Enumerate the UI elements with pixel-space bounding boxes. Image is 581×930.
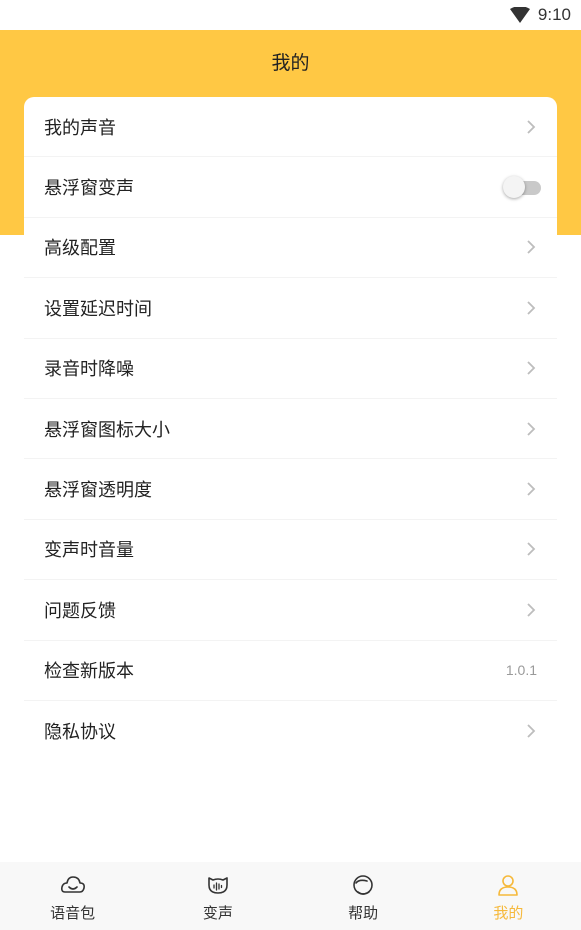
menu-item-my-voice[interactable]: 我的声音: [24, 97, 557, 158]
tab-help[interactable]: 帮助: [291, 862, 436, 930]
menu-item-label: 悬浮窗变声: [44, 178, 134, 200]
wifi-icon: [509, 7, 530, 23]
menu-item-check-update[interactable]: 检查新版本 1.0.1: [24, 641, 557, 701]
bottom-tab-bar: 语音包 变声 帮助 我的: [0, 862, 581, 930]
tab-voice-pack[interactable]: 语音包: [0, 862, 145, 930]
chevron-right-icon: [527, 482, 536, 496]
status-bar: 9:10: [0, 0, 581, 30]
menu-item-label: 变声时音量: [44, 540, 134, 562]
floating-voice-change-toggle[interactable]: [503, 176, 541, 199]
tab-profile[interactable]: 我的: [436, 862, 581, 930]
tab-voice-change[interactable]: 变声: [145, 862, 290, 930]
menu-item-label: 设置延迟时间: [44, 298, 152, 320]
menu-item-label: 问题反馈: [44, 600, 116, 622]
chevron-right-icon: [527, 603, 536, 617]
menu-item-voice-change-volume[interactable]: 变声时音量: [24, 520, 557, 581]
chevron-right-icon: [527, 542, 536, 557]
chevron-right-icon: [527, 301, 536, 315]
tab-label: 变声: [202, 904, 233, 922]
help-icon: [353, 875, 373, 895]
voice-change-icon: [208, 877, 228, 894]
version-number: 1.0.1: [505, 662, 537, 679]
menu-item-label: 录音时降噪: [44, 359, 134, 381]
settings-card: 我的声音 悬浮窗变声 高级配置 设置延迟时间 录音时降噪 悬浮窗图标大小 悬浮窗…: [24, 97, 557, 762]
chevron-right-icon: [527, 422, 536, 436]
tab-label: 帮助: [348, 904, 379, 922]
menu-item-feedback[interactable]: 问题反馈: [24, 580, 557, 641]
menu-item-delay-time[interactable]: 设置延迟时间: [24, 278, 557, 339]
tab-label: 我的: [493, 904, 524, 922]
chevron-right-icon: [527, 724, 536, 738]
toggle-knob: [503, 176, 525, 199]
chevron-right-icon: [527, 120, 536, 134]
menu-item-floating-icon-size[interactable]: 悬浮窗图标大小: [24, 399, 557, 460]
menu-item-floating-transparency[interactable]: 悬浮窗透明度: [24, 459, 557, 520]
menu-item-label: 高级配置: [44, 238, 116, 260]
menu-item-label: 我的声音: [44, 117, 116, 139]
chevron-right-icon: [527, 240, 536, 255]
menu-item-privacy-policy[interactable]: 隐私协议: [24, 701, 557, 761]
chevron-right-icon: [527, 361, 536, 375]
menu-item-noise-reduction[interactable]: 录音时降噪: [24, 339, 557, 399]
menu-item-label: 悬浮窗图标大小: [44, 419, 170, 441]
menu-item-label: 隐私协议: [44, 722, 116, 744]
menu-item-label: 检查新版本: [44, 661, 134, 683]
voice-pack-icon: [60, 876, 85, 893]
menu-item-floating-voice-change: 悬浮窗变声: [24, 157, 557, 218]
page-title: 我的: [271, 52, 310, 74]
tab-label: 语音包: [50, 904, 96, 922]
menu-item-label: 悬浮窗透明度: [44, 480, 152, 502]
profile-icon: [498, 875, 519, 896]
status-time: 9:10: [537, 5, 571, 24]
menu-item-advanced-config[interactable]: 高级配置: [24, 218, 557, 279]
